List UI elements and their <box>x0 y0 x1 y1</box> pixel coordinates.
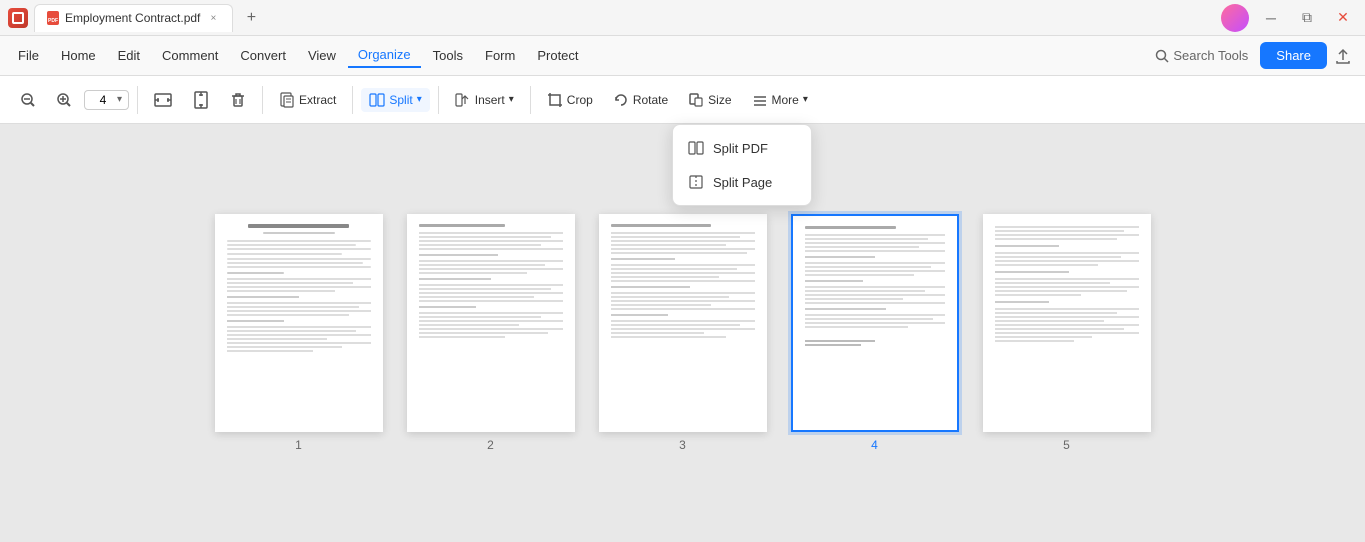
app-icon-inner <box>12 12 24 24</box>
extract-icon <box>279 92 295 108</box>
zoom-in-button[interactable] <box>48 88 80 112</box>
divider-5 <box>530 86 531 114</box>
rotate-button[interactable]: Rotate <box>605 88 676 112</box>
restore-button[interactable]: ⧉ <box>1293 4 1321 32</box>
zoom-out-icon <box>20 92 36 108</box>
close-button[interactable]: ✕ <box>1329 4 1357 32</box>
title-bar: PDF Employment Contract.pdf × + ─ ⧉ ✕ <box>0 0 1365 36</box>
toolbar: 4 ▾ <box>0 76 1365 124</box>
page-num-1: 1 <box>295 438 302 452</box>
page-thumb-3[interactable] <box>599 214 767 432</box>
extract-label: Extract <box>299 93 336 107</box>
size-button[interactable]: Size <box>680 88 739 112</box>
insert-label: Insert <box>475 93 505 107</box>
title-bar-controls: ─ ⧉ ✕ <box>1221 4 1357 32</box>
search-icon <box>1155 49 1169 63</box>
page-thumb-5[interactable] <box>983 214 1151 432</box>
split-icon <box>369 92 385 108</box>
page-num-2: 2 <box>487 438 494 452</box>
page-wrapper-4: 4 <box>791 214 959 452</box>
menu-form[interactable]: Form <box>475 44 525 67</box>
crop-icon <box>547 92 563 108</box>
crop-label: Crop <box>567 93 593 107</box>
split-dropdown-arrow: ▾ <box>417 94 422 105</box>
insert-button[interactable]: Insert ▾ <box>447 88 522 112</box>
menu-file[interactable]: File <box>8 44 49 67</box>
zoom-input[interactable]: 4 <box>91 93 115 107</box>
page-thumb-1[interactable] <box>215 214 383 432</box>
rotate-icon <box>613 92 629 108</box>
menu-view[interactable]: View <box>298 44 346 67</box>
insert-icon <box>455 92 471 108</box>
split-pdf-icon <box>687 139 705 157</box>
upload-button[interactable] <box>1329 42 1357 70</box>
fit-page-button[interactable] <box>184 87 218 113</box>
menu-tools[interactable]: Tools <box>423 44 473 67</box>
zoom-selector[interactable]: 4 ▾ <box>84 90 129 110</box>
rotate-label: Rotate <box>633 93 668 107</box>
menu-comment[interactable]: Comment <box>152 44 228 67</box>
zoom-dropdown-arrow: ▾ <box>117 94 122 105</box>
menu-edit[interactable]: Edit <box>108 44 150 67</box>
fit-width-icon <box>154 91 172 109</box>
avatar[interactable] <box>1221 4 1249 32</box>
menu-protect[interactable]: Protect <box>527 44 588 67</box>
page-wrapper-5: 5 <box>983 214 1151 452</box>
page-wrapper-2: 2 <box>407 214 575 452</box>
more-icon <box>752 92 768 108</box>
page-wrapper-3: 3 <box>599 214 767 452</box>
more-dropdown-arrow: ▾ <box>803 94 808 105</box>
svg-text:PDF: PDF <box>48 18 58 24</box>
more-label: More <box>772 93 799 107</box>
menu-convert[interactable]: Convert <box>230 44 296 67</box>
split-pdf-label: Split PDF <box>713 141 768 156</box>
insert-dropdown-arrow: ▾ <box>509 94 514 105</box>
zoom-in-icon <box>56 92 72 108</box>
split-page-item[interactable]: Split Page <box>673 165 811 199</box>
crop-button[interactable]: Crop <box>539 88 601 112</box>
upload-icon <box>1335 48 1351 64</box>
minimize-button[interactable]: ─ <box>1257 4 1285 32</box>
divider-2 <box>262 86 263 114</box>
page-num-3: 3 <box>679 438 686 452</box>
delete-button[interactable] <box>222 88 254 112</box>
more-button[interactable]: More ▾ <box>744 88 816 112</box>
page-num-5: 5 <box>1063 438 1070 452</box>
divider-3 <box>352 86 353 114</box>
page-wrapper-1: 1 <box>215 214 383 452</box>
extract-button[interactable]: Extract <box>271 88 344 112</box>
split-page-icon <box>687 173 705 191</box>
tab-title: Employment Contract.pdf <box>65 11 200 25</box>
zoom-out-button[interactable] <box>12 88 44 112</box>
search-tools-label: Search Tools <box>1173 48 1248 63</box>
size-label: Size <box>708 93 731 107</box>
fit-page-icon <box>192 91 210 109</box>
split-page-label: Split Page <box>713 175 772 190</box>
tab[interactable]: PDF Employment Contract.pdf × <box>34 4 233 32</box>
page-thumb-4[interactable] <box>791 214 959 432</box>
search-tools-button[interactable]: Search Tools <box>1145 44 1258 67</box>
divider-1 <box>137 86 138 114</box>
tab-close-button[interactable]: × <box>206 11 220 25</box>
menu-home[interactable]: Home <box>51 44 106 67</box>
split-pdf-item[interactable]: Split PDF <box>673 131 811 165</box>
trash-icon <box>230 92 246 108</box>
share-button[interactable]: Share <box>1260 42 1327 69</box>
page-thumb-2[interactable] <box>407 214 575 432</box>
app-icon <box>8 8 28 28</box>
split-label: Split <box>389 93 412 107</box>
fit-width-button[interactable] <box>146 87 180 113</box>
pdf-file-icon: PDF <box>47 11 59 25</box>
menu-bar: File Home Edit Comment Convert View Orga… <box>0 36 1365 76</box>
menu-organize[interactable]: Organize <box>348 43 421 68</box>
new-tab-button[interactable]: + <box>239 6 263 30</box>
split-dropdown-menu: Split PDF Split Page <box>672 124 812 206</box>
title-bar-left: PDF Employment Contract.pdf × + <box>8 4 263 32</box>
split-button[interactable]: Split ▾ <box>361 88 429 112</box>
page-num-4: 4 <box>871 438 878 452</box>
divider-4 <box>438 86 439 114</box>
size-icon <box>688 92 704 108</box>
